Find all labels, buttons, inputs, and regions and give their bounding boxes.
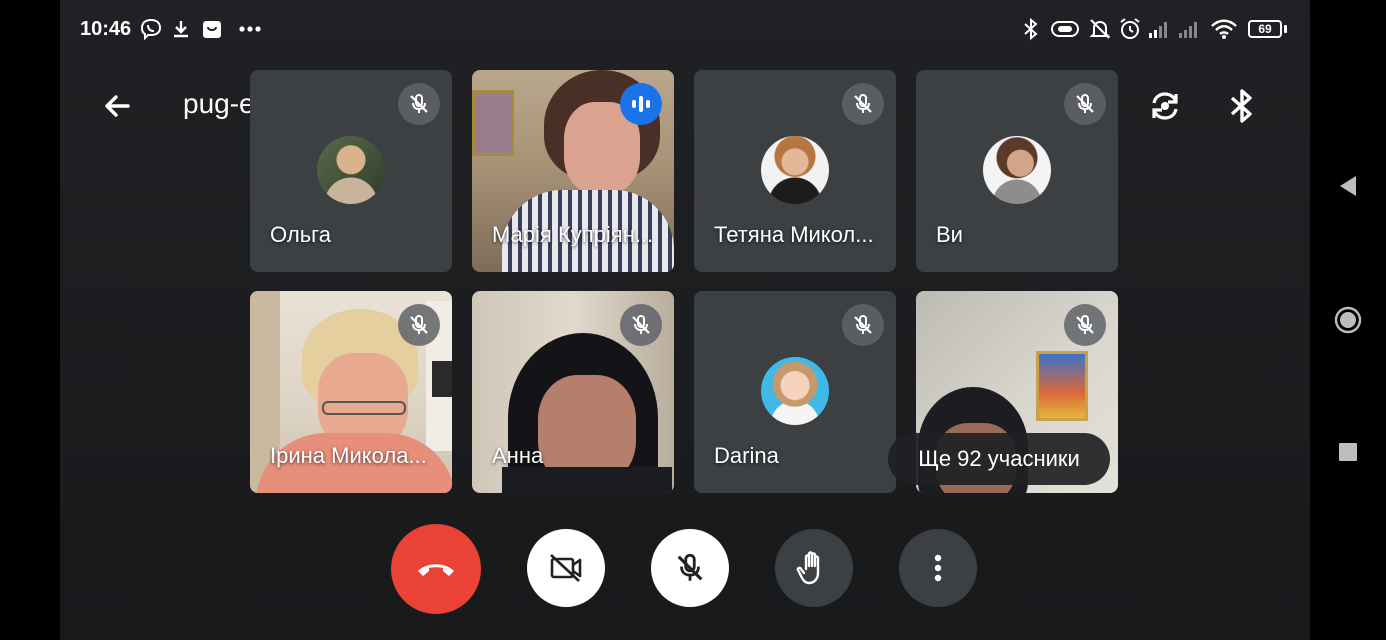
participant-name: Darina (714, 443, 779, 468)
more-notifications-icon (238, 16, 262, 42)
video-shirt (502, 467, 672, 493)
more-options-button[interactable] (899, 529, 977, 607)
bluetooth-audio-icon[interactable] (1220, 84, 1264, 128)
participant-name: Ольга (270, 222, 331, 247)
notifications-off-icon (1088, 16, 1112, 42)
participant-tile[interactable]: Ви (916, 70, 1118, 272)
avatar (317, 136, 385, 204)
avatar (983, 136, 1051, 204)
nav-home-icon[interactable] (1326, 298, 1370, 342)
alarm-icon (1118, 16, 1142, 42)
participant-name: Ви (936, 222, 963, 247)
participant-tile[interactable]: Анна (472, 291, 674, 493)
avatar (761, 357, 829, 425)
more-participants-pill[interactable]: Ще 92 учасники (888, 433, 1110, 485)
participant-name: Марія Купріян... (492, 222, 654, 247)
video-glasses (322, 401, 406, 415)
bluetooth-status-icon (1022, 16, 1040, 42)
mic-off-icon (398, 304, 440, 346)
participant-tile[interactable]: Ольга (250, 70, 452, 272)
shopping-bag-icon (200, 16, 224, 42)
raise-hand-button[interactable] (775, 529, 853, 607)
mic-off-icon (1064, 304, 1106, 346)
mic-toggle-button[interactable] (651, 529, 729, 607)
switch-camera-icon[interactable] (1143, 84, 1187, 128)
viber-icon (140, 16, 162, 42)
camera-off-icon (550, 554, 582, 582)
speaking-indicator-icon (620, 83, 662, 125)
wall-painting (1036, 351, 1088, 421)
battery-icon (1284, 25, 1287, 33)
participant-name: Ірина Микола... (270, 443, 427, 468)
nav-back-icon[interactable] (1326, 164, 1370, 208)
participant-tile[interactable]: Darina (694, 291, 896, 493)
mic-off-icon (1064, 83, 1106, 125)
nav-recents-icon[interactable] (1326, 430, 1370, 474)
signal-2-icon (1178, 16, 1202, 42)
battery-level: 69 (1248, 20, 1282, 38)
status-time: 10:46 (80, 18, 132, 40)
mic-off-icon (842, 83, 884, 125)
participant-tile[interactable]: Ірина Микола... (250, 291, 452, 493)
mic-off-icon (677, 553, 703, 581)
phone-hangup-icon (418, 564, 454, 576)
mic-off-icon (842, 304, 884, 346)
participant-tile[interactable]: Тетяна Микол... (694, 70, 896, 272)
back-arrow-icon[interactable] (98, 86, 138, 126)
wall-painting (472, 90, 514, 156)
status-bar: 10:46 69 (60, 0, 1310, 60)
mic-off-icon (620, 304, 662, 346)
participant-name: Тетяна Микол... (714, 222, 874, 247)
signal-1-icon (1148, 16, 1172, 42)
video-monitor (432, 361, 452, 397)
participant-name: Анна (492, 443, 544, 468)
camera-toggle-button[interactable] (527, 529, 605, 607)
vibrate-toggle-icon (1050, 16, 1080, 42)
end-call-button[interactable] (391, 524, 481, 614)
wifi-icon (1210, 16, 1238, 42)
more-vert-icon (934, 554, 942, 582)
avatar (761, 136, 829, 204)
participant-tile[interactable]: Марія Купріян... (472, 70, 674, 272)
mic-off-icon (398, 83, 440, 125)
download-icon (170, 16, 192, 42)
raise-hand-icon (796, 551, 820, 585)
